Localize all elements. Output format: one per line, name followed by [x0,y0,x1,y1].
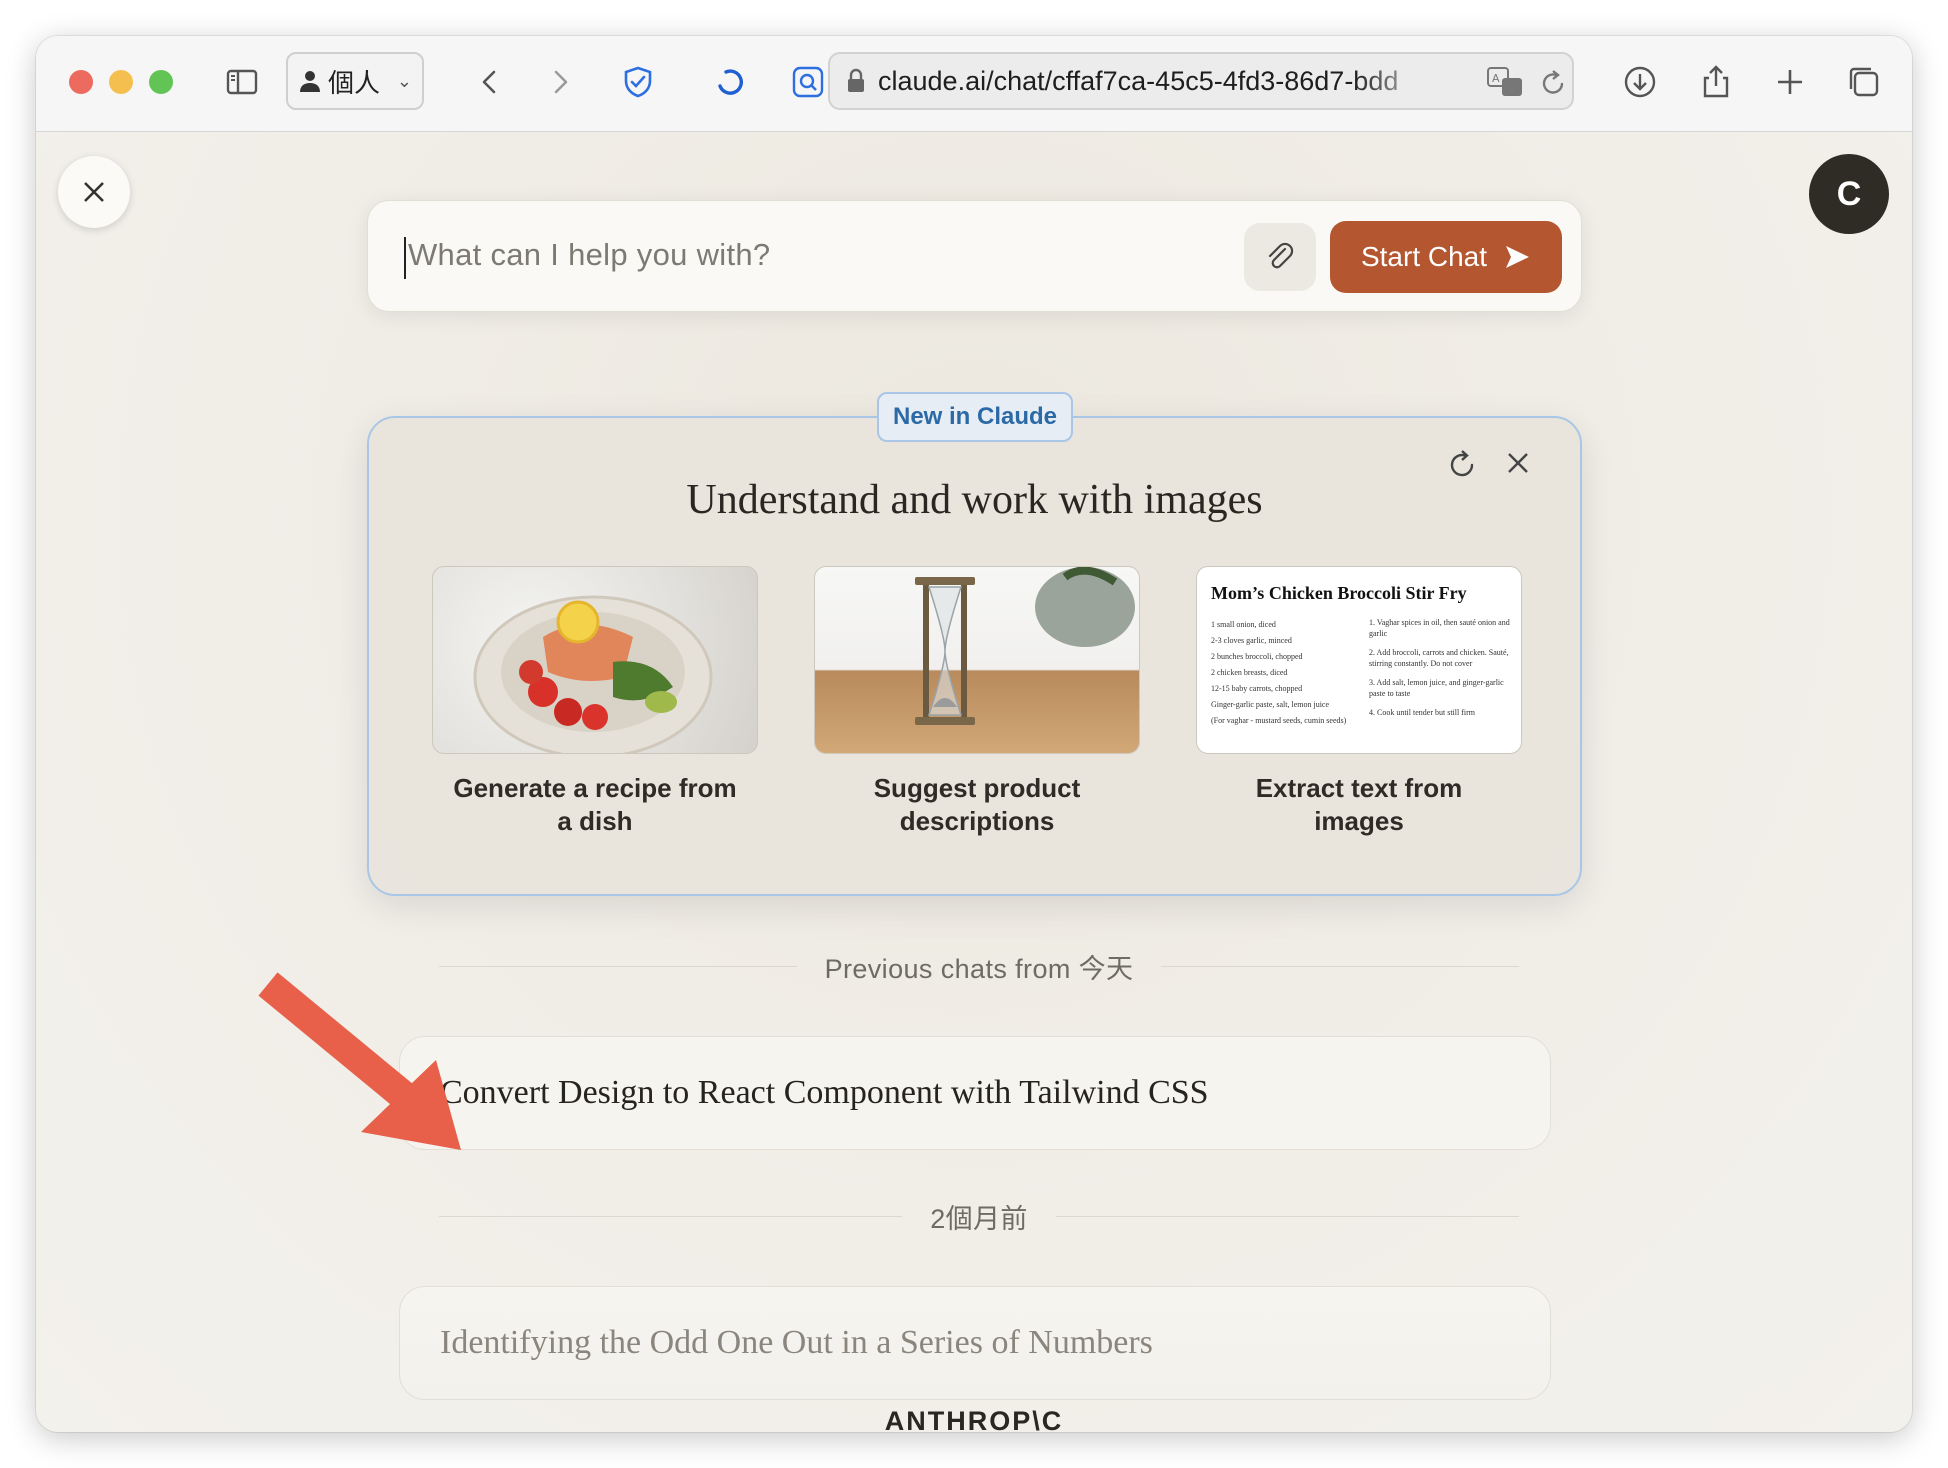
browser-toolbar: 個人 ⌄ claude.ai/chat/cffaf7ca-45c5-4fd3-8… [36,36,1912,132]
start-chat-label: Start Chat [1360,241,1488,272]
feature-recipe[interactable]: Generate a recipe from a dish [432,566,758,838]
chat-item-older[interactable]: Identifying the Odd One Out in a Series … [399,1286,1551,1400]
chat-input-placeholder: What can I help you with? [408,237,771,272]
url-text: claude.ai/chat/cffaf7ca-45c5-4fd3-86d7-b… [878,65,1399,96]
feature-label: Extract text from images [1255,773,1463,836]
address-bar[interactable]: claude.ai/chat/cffaf7ca-45c5-4fd3-86d7-b… [828,52,1574,110]
chat-input-box[interactable]: What can I help you with? Start Chat [367,200,1582,312]
close-icon [84,182,104,202]
salmon-dish-image [432,566,758,754]
refresh-icon[interactable] [1445,448,1479,482]
translate-icon[interactable]: A [1486,66,1524,98]
dismiss-card-icon[interactable] [1503,448,1533,478]
loading-spinner-icon [708,60,752,104]
search-extension-icon[interactable] [786,60,830,104]
profile-selector[interactable]: 個人 ⌄ [286,52,424,110]
browser-window: 個人 ⌄ claude.ai/chat/cffaf7ca-45c5-4fd3-8… [36,36,1912,1432]
tab-overview-icon[interactable] [1842,60,1886,104]
feature-product[interactable]: Suggest product descriptions [814,566,1140,838]
new-badge: New in Claude [877,392,1073,442]
shield-icon[interactable] [616,60,660,104]
start-chat-button[interactable]: Start Chat [1330,221,1562,293]
lock-icon [848,68,864,92]
close-button[interactable] [58,156,130,228]
paperclip-icon [1268,242,1294,269]
profile-label: 個人 [328,67,381,98]
zoom-window-button[interactable] [149,70,173,94]
new-feature-card: New in Claude Understand and work with i… [367,392,1582,896]
feature-extract[interactable]: Mom’s Chicken Broccoli Stir Fry 1 small … [1196,566,1522,838]
recipe-document-image: Mom’s Chicken Broccoli Stir Fry 1 small … [1196,566,1522,754]
feature-label: Suggest product descriptions [873,773,1081,836]
forward-icon[interactable] [538,60,582,104]
recipe-steps: 1. Vaghar spices in oil, then sauté onio… [1369,618,1510,717]
send-icon [1506,246,1530,268]
svg-text:A: A [1492,72,1500,85]
person-icon [300,71,320,92]
hourglass-image [814,566,1140,754]
chat-item-today[interactable]: Convert Design to React Component with T… [399,1036,1551,1150]
history-heading-older: 2個月前 [439,1196,1519,1236]
downloads-icon[interactable] [1618,60,1662,104]
anthropic-logo: ANTHROP\C [884,1406,1064,1432]
minimize-window-button[interactable] [109,70,133,94]
back-icon[interactable] [468,60,512,104]
chevron-down-icon: ⌄ [396,70,412,91]
avatar[interactable]: C [1809,154,1889,234]
text-caret [404,237,406,279]
history-heading-today: Previous chats from 今天 [439,946,1520,986]
reload-icon[interactable] [1540,68,1568,98]
new-tab-icon[interactable] [1768,60,1812,104]
recipe-ingredients: 1 small onion, diced 2-3 cloves garlic, … [1211,620,1347,725]
feature-card-title: Understand and work with images [686,477,1263,523]
share-icon[interactable] [1694,60,1738,104]
close-window-button[interactable] [69,70,93,94]
attach-button[interactable] [1244,223,1316,291]
sidebar-toggle-icon[interactable] [220,60,264,104]
annotation-arrow-icon [258,972,461,1150]
recipe-doc-title: Mom’s Chicken Broccoli Stir Fry [1211,583,1467,603]
claude-page: C What can I help you with? Start Chat N… [36,132,1912,1432]
feature-label: Generate a recipe from a dish [453,773,737,836]
